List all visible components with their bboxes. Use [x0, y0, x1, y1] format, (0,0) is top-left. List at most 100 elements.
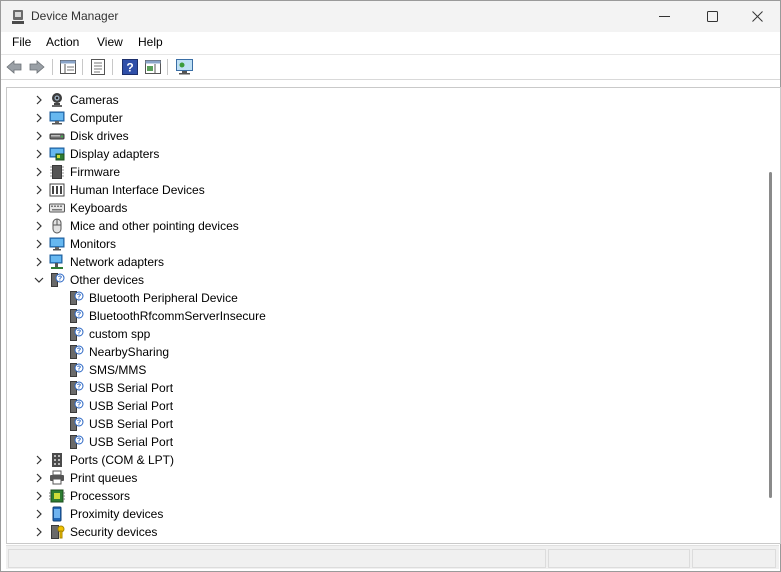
- tree-category-firmware[interactable]: Firmware: [7, 163, 759, 181]
- tree-item-label: USB Serial Port: [89, 435, 174, 449]
- processor-icon: [49, 489, 65, 503]
- toolbar: ?: [1, 55, 780, 80]
- disk-drive-icon: [49, 133, 65, 140]
- tree-category-human-interface-devices[interactable]: Human Interface Devices: [7, 181, 759, 199]
- vertical-scrollbar[interactable]: [763, 88, 780, 543]
- chevron-right-icon[interactable]: [34, 257, 44, 267]
- properties-button[interactable]: [89, 58, 107, 76]
- svg-text:?: ?: [77, 348, 81, 355]
- chevron-right-icon[interactable]: [34, 95, 44, 105]
- tree-category-monitors[interactable]: Monitors: [7, 235, 759, 253]
- svg-text:?: ?: [77, 384, 81, 391]
- maximize-button[interactable]: [689, 1, 735, 32]
- tree-item-label: Print queues: [70, 471, 138, 485]
- tree-category-display-adapters[interactable]: Display adapters: [7, 145, 759, 163]
- tree-category-cameras[interactable]: Cameras: [7, 91, 759, 109]
- svg-text:?: ?: [77, 312, 81, 319]
- tree-category-security-devices[interactable]: Security devices: [7, 523, 759, 541]
- help-button[interactable]: ?: [121, 58, 139, 76]
- tree-device-item[interactable]: ? Bluetooth Peripheral Device: [7, 289, 759, 307]
- tree-device-item[interactable]: ? USB Serial Port: [7, 379, 759, 397]
- tree-device-item[interactable]: ? custom spp: [7, 325, 759, 343]
- svg-text:?: ?: [77, 294, 81, 301]
- tree-device-item[interactable]: ? USB Serial Port: [7, 433, 759, 451]
- tree-device-item[interactable]: ? NearbySharing: [7, 343, 759, 361]
- tree-device-item[interactable]: ? USB Serial Port: [7, 415, 759, 433]
- chevron-right-icon[interactable]: [34, 221, 44, 231]
- action-pane-button[interactable]: [144, 58, 162, 76]
- security-device-icon: [51, 525, 65, 539]
- window-title: Device Manager: [31, 9, 119, 23]
- scan-hardware-button[interactable]: [175, 58, 193, 76]
- menu-view[interactable]: View: [95, 35, 125, 49]
- tree-category-ports-com-lpt[interactable]: Ports (COM & LPT): [7, 451, 759, 469]
- tree-device-item[interactable]: ? USB Serial Port: [7, 397, 759, 415]
- tree-item-label: Other devices: [70, 273, 145, 287]
- tree-category-processors[interactable]: Processors: [7, 487, 759, 505]
- hid-icon: [49, 183, 65, 197]
- chevron-right-icon[interactable]: [34, 527, 44, 537]
- chevron-right-icon[interactable]: [34, 203, 44, 213]
- tree-category-print-queues[interactable]: Print queues: [7, 469, 759, 487]
- tree-category-computer[interactable]: Computer: [7, 109, 759, 127]
- chevron-right-icon[interactable]: [34, 509, 44, 519]
- close-icon: [751, 11, 763, 22]
- chevron-right-icon[interactable]: [34, 185, 44, 195]
- forward-button[interactable]: [28, 58, 46, 76]
- svg-text:?: ?: [77, 402, 81, 409]
- forward-icon: [29, 60, 45, 74]
- tree-item-label: Bluetooth Peripheral Device: [89, 291, 238, 305]
- tree-item-label: Cameras: [70, 93, 119, 107]
- svg-text:?: ?: [77, 420, 81, 427]
- tree-item-label: Security devices: [70, 525, 158, 539]
- tree-category-network-adapters[interactable]: Network adapters: [7, 253, 759, 271]
- title-bar[interactable]: Device Manager: [1, 1, 780, 32]
- monitor-icon: [49, 237, 65, 251]
- chevron-right-icon[interactable]: [34, 491, 44, 501]
- chevron-right-icon[interactable]: [34, 149, 44, 159]
- menu-action[interactable]: Action: [44, 35, 81, 49]
- chevron-down-icon[interactable]: [34, 275, 44, 285]
- close-button[interactable]: [734, 1, 780, 32]
- menu-help[interactable]: Help: [136, 35, 165, 49]
- computer-icon: [49, 111, 65, 125]
- minimize-button[interactable]: [641, 1, 687, 32]
- tree-category-mice-and-other-pointing-devices[interactable]: Mice and other pointing devices: [7, 217, 759, 235]
- chevron-right-icon[interactable]: [34, 455, 44, 465]
- tree-device-item[interactable]: ? BluetoothRfcommServerInsecure: [7, 307, 759, 325]
- port-icon: [52, 453, 62, 467]
- tree-category-proximity-devices[interactable]: Proximity devices: [7, 505, 759, 523]
- minimize-icon: [658, 16, 670, 17]
- scan-hardware-icon: [175, 59, 193, 75]
- tree-category-disk-drives[interactable]: Disk drives: [7, 127, 759, 145]
- toolbar-separator: [82, 59, 83, 75]
- help-icon: ?: [122, 59, 138, 75]
- back-button[interactable]: [5, 58, 23, 76]
- tree-item-label: Proximity devices: [70, 507, 164, 521]
- status-bar-pane: [8, 549, 546, 568]
- svg-text:?: ?: [58, 276, 62, 283]
- printer-icon: [50, 470, 64, 485]
- status-bar-pane: [548, 549, 690, 568]
- chevron-right-icon[interactable]: [34, 167, 44, 177]
- chevron-right-icon[interactable]: [34, 473, 44, 483]
- tree-item-label: custom spp: [89, 327, 151, 341]
- device-manager-window: Device Manager File Action View Help ? C…: [0, 0, 781, 572]
- camera-icon: [52, 93, 62, 107]
- device-manager-app-icon: [12, 10, 24, 24]
- show-hide-console-tree-button[interactable]: [59, 58, 77, 76]
- chevron-right-icon[interactable]: [34, 131, 44, 141]
- unknown-device-icon: ?: [70, 309, 84, 323]
- chevron-right-icon[interactable]: [34, 113, 44, 123]
- scrollbar-thumb[interactable]: [769, 172, 772, 498]
- tree-item-label: Firmware: [70, 165, 120, 179]
- tree-item-label: Ports (COM & LPT): [70, 453, 175, 467]
- tree-item-label: Human Interface Devices: [70, 183, 205, 197]
- status-bar-pane: [692, 549, 776, 568]
- chevron-right-icon[interactable]: [34, 239, 44, 249]
- tree-category-keyboards[interactable]: Keyboards: [7, 199, 759, 217]
- menu-file[interactable]: File: [10, 35, 33, 49]
- tree-device-item[interactable]: ? SMS/MMS: [7, 361, 759, 379]
- device-tree[interactable]: Cameras Computer Disk drives Display adapte…: [6, 87, 781, 544]
- tree-category-other-devices[interactable]: ? Other devices: [7, 271, 759, 289]
